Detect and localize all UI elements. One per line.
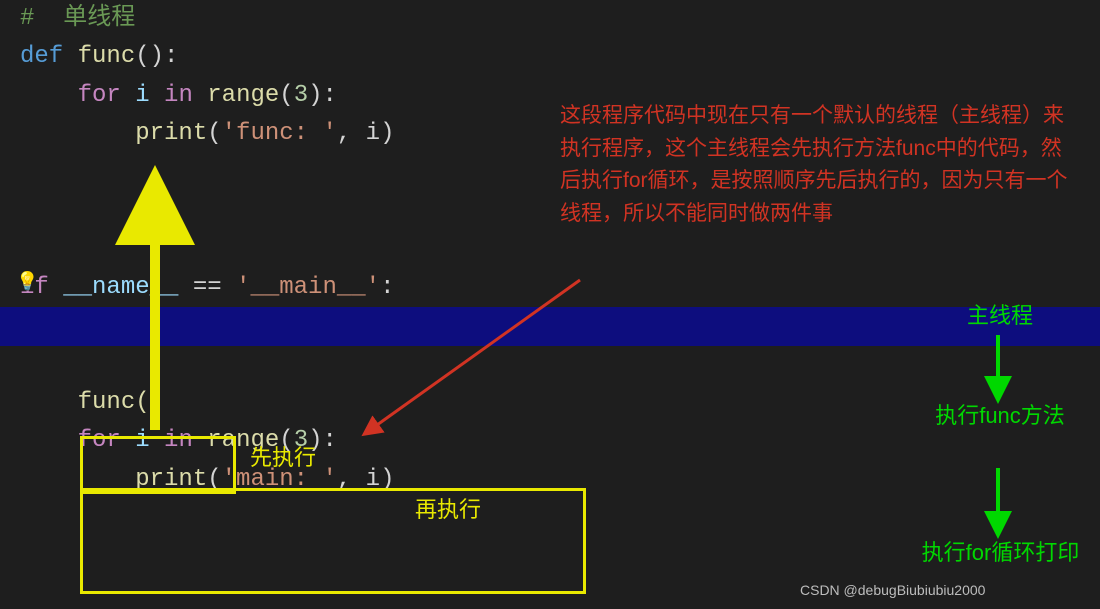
code-line-highlighted <box>0 307 1100 345</box>
string-literal: 'func: ' <box>222 120 337 147</box>
code-line: # 单线程 <box>0 0 1100 38</box>
code-line: 💡if __name__ == '__main__': <box>0 269 1100 307</box>
highlight-box-func-call <box>80 436 236 494</box>
code-line <box>0 346 1100 384</box>
punct: ): <box>308 82 337 109</box>
flow-exec-for: 执行for循环打印 <box>918 535 1083 567</box>
code-line <box>0 230 1100 268</box>
flow-main-thread: 主线程 <box>940 298 1060 330</box>
comment-text: # 单线程 <box>20 5 135 32</box>
builtin-print: print <box>135 120 207 147</box>
watermark-text: CSDN @debugBiubiubiu2000 <box>800 582 985 598</box>
keyword-for: for <box>78 82 121 109</box>
punct: : <box>380 274 394 301</box>
number-literal: 3 <box>294 82 308 109</box>
string-literal: '__main__' <box>236 274 380 301</box>
flow-exec-func: 执行func方法 <box>920 398 1080 430</box>
function-call: func() <box>78 389 164 416</box>
punct: ( <box>207 120 221 147</box>
keyword-def: def <box>20 43 63 70</box>
dunder-name: __name__ <box>63 274 178 301</box>
keyword-in: in <box>164 82 193 109</box>
punct: ( <box>279 82 293 109</box>
operator-eq: == <box>178 274 236 301</box>
code-line: def func(): <box>0 38 1100 76</box>
label-second-execute: 再执行 <box>415 492 481 524</box>
highlight-box-for-loop <box>80 488 586 594</box>
annotation-explanation: 这段程序代码中现在只有一个默认的线程（主线程）来执行程序，这个主线程会先执行方法… <box>560 100 1080 230</box>
function-name: func <box>78 43 136 70</box>
punct: , i) <box>337 120 395 147</box>
variable-i: i <box>135 82 149 109</box>
label-first-execute: 先执行 <box>250 440 316 472</box>
punct: (): <box>135 43 178 70</box>
lightbulb-icon[interactable]: 💡 <box>16 269 38 298</box>
builtin-range: range <box>207 82 279 109</box>
